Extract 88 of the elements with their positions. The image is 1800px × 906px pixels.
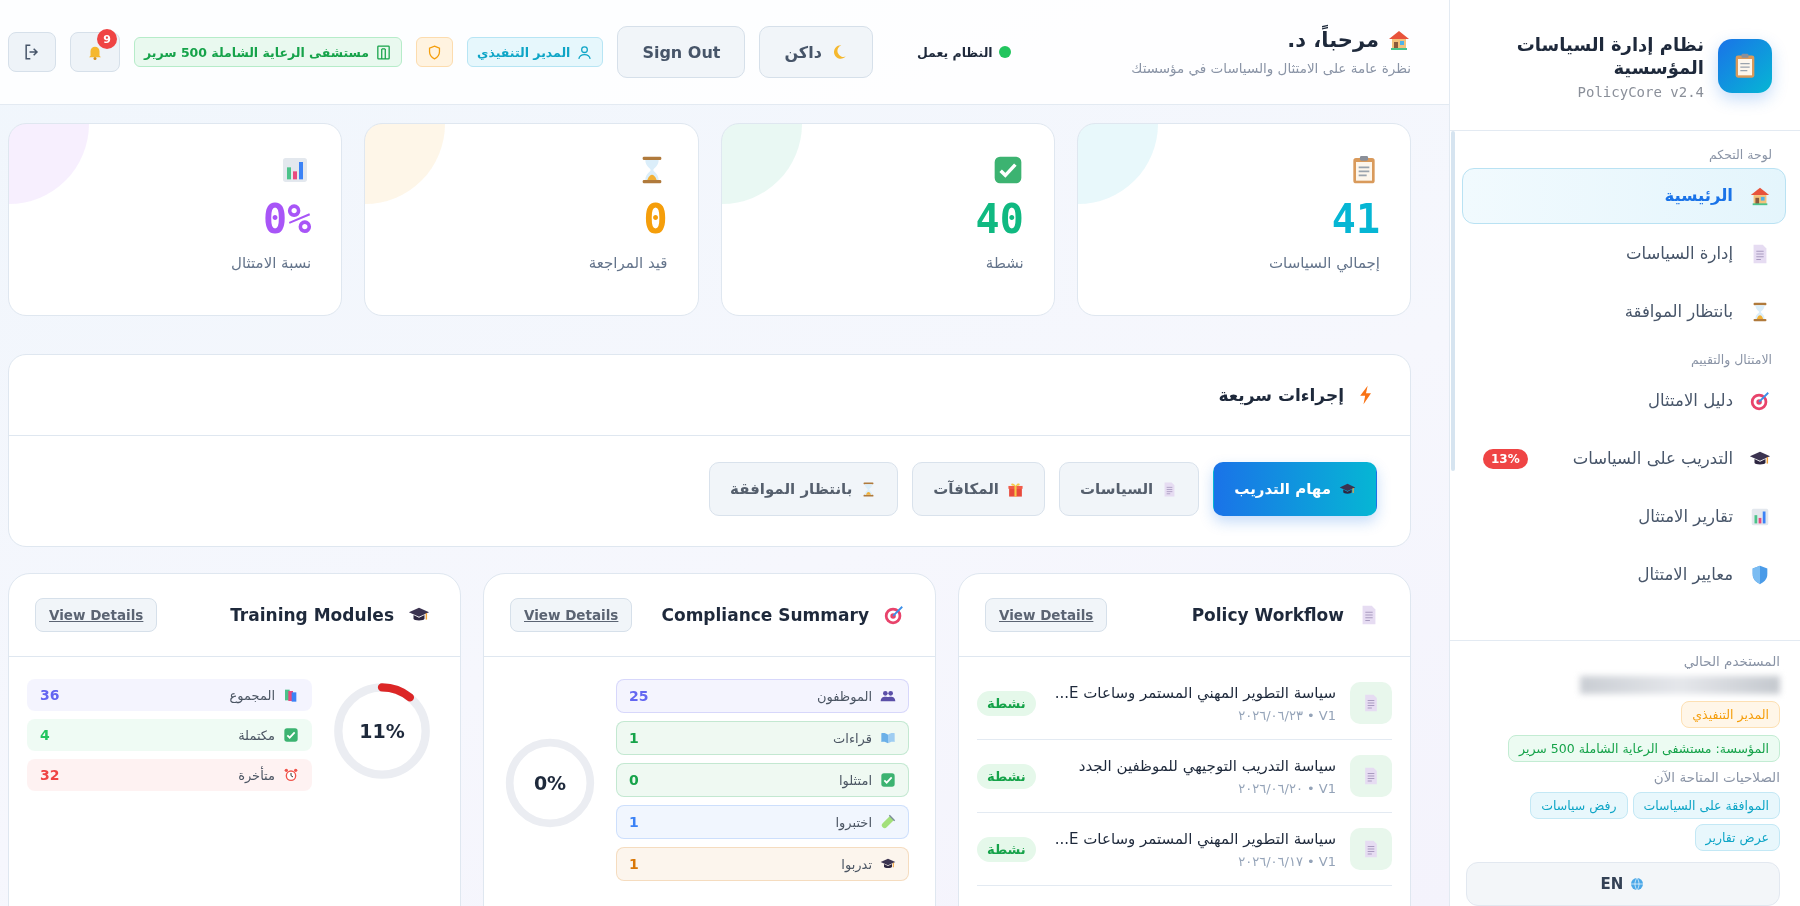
row-label: امتثلوا	[838, 772, 872, 788]
organization-badge: المؤسسة: مستشفى الرعاية الشاملة 500 سرير	[1508, 735, 1780, 762]
stat-value: 41	[1331, 196, 1380, 242]
app-title: نظام إدارة السياسات المؤسسية	[1515, 33, 1704, 80]
quick-action-button[interactable]: مهام التدريب	[1213, 462, 1377, 516]
quick-action-button[interactable]: المكافآت	[912, 462, 1045, 516]
nav-item[interactable]: دليل الامتثال	[1462, 372, 1786, 429]
nav-item[interactable]: تقارير الامتثال	[1462, 488, 1786, 545]
policy-title[interactable]: سياسة التطوير المهني المستمر وساعات E...	[1049, 683, 1336, 702]
alarm-clock-icon	[283, 767, 299, 783]
policy-title[interactable]: سياسة التطوير المهني المستمر وساعات E...	[1049, 829, 1336, 848]
permission-tag: رفض سياسات	[1530, 792, 1628, 819]
permission-tag: عرض تقارير	[1694, 824, 1780, 851]
book-icon	[880, 730, 896, 746]
stat-value: 0%	[263, 196, 312, 242]
section-heading: لوحة التحكم	[1708, 146, 1772, 162]
stat-value: 0	[643, 196, 668, 242]
policy-title[interactable]: سياسة التدريب التوجيهي للموظفين الجدد	[1049, 756, 1336, 775]
status-text: النظام يعمل	[916, 44, 993, 60]
row-value: 32	[40, 767, 60, 783]
notifications-button[interactable]: 9	[70, 32, 120, 72]
people-icon	[880, 688, 896, 704]
role-badge: المدير التنفيذي	[1681, 701, 1780, 728]
stat-label: نسبة الامتثال	[231, 254, 312, 272]
row-value: 0	[629, 772, 639, 788]
stat-label: نشطة	[985, 254, 1024, 272]
section-heading: الصلاحيات المتاحة الآن	[1653, 769, 1780, 785]
test-tube-icon	[880, 814, 896, 830]
row-label: المجموع	[229, 687, 275, 703]
page-subtitle: نظرة عامة على الامتثال والسياسات في مؤسستك	[1131, 60, 1411, 76]
nav-item[interactable]: الرئيسية	[1462, 167, 1786, 224]
panel-title: Policy Workflow	[1191, 605, 1344, 625]
percent-badge: 13%	[1483, 448, 1528, 469]
quick-action-button[interactable]: السياسات	[1059, 462, 1200, 516]
row-label: قراءات	[833, 730, 872, 746]
row-label: تدربوا	[841, 856, 872, 872]
section-heading: الامتثال والتقييم	[1690, 351, 1772, 367]
row-value: 1	[629, 856, 639, 872]
language-button[interactable]: EN	[1466, 862, 1780, 906]
row-value: 36	[40, 687, 60, 703]
target-icon	[1749, 389, 1771, 412]
permission-tag: الموافقة على السياسات	[1632, 792, 1780, 819]
view-details-link[interactable]: View Details	[510, 598, 633, 632]
organization-badge: مستشفى الرعاية الشاملة 500 سرير	[134, 37, 403, 67]
stat-value: 40	[975, 196, 1024, 242]
building-icon	[375, 43, 393, 61]
panel-title: Compliance Summary	[661, 605, 869, 625]
row-value: 1	[629, 814, 639, 830]
app-version: PolicyCore v2.4	[1576, 83, 1704, 100]
row-label: اختبروا	[835, 814, 872, 830]
status-badge: نشطة	[977, 763, 1036, 789]
nav-item[interactable]: بانتظار الموافقة	[1462, 283, 1786, 340]
view-details-link[interactable]: View Details	[35, 598, 158, 632]
house-icon	[1387, 28, 1411, 52]
policy-meta: V1 • ٢٠٢٦/٠٦/٢٠	[1237, 780, 1336, 796]
policy-meta: V1 • ٢٠٢٦/٠٦/١٧	[1237, 853, 1336, 869]
status-badge: نشطة	[977, 690, 1036, 716]
target-icon	[883, 604, 905, 626]
row-value: 1	[629, 730, 639, 746]
globe-icon	[1629, 876, 1646, 892]
nav-item[interactable]: معايير الامتثال	[1462, 546, 1786, 603]
notification-count: 9	[97, 29, 117, 49]
role-badge: المدير التنفيذي	[467, 37, 604, 67]
checkmark-icon	[283, 727, 299, 743]
policy-meta: V1 • ٢٠٢٦/٠٦/٢٣	[1237, 707, 1336, 723]
checkmark-icon	[880, 772, 896, 788]
row-label: متأخرة	[238, 767, 275, 783]
row-label: مكتملة	[238, 727, 275, 743]
sign-out-button[interactable]: Sign Out	[617, 26, 746, 78]
status-dot	[998, 46, 1011, 58]
user-icon	[576, 43, 594, 61]
percent-value: 0%	[533, 772, 567, 794]
logout-button[interactable]	[8, 32, 56, 72]
row-label: الموظفون	[817, 688, 872, 704]
stat-label: قيد المراجعة	[588, 254, 668, 272]
status-badge: نشطة	[977, 836, 1036, 862]
nav-item[interactable]: إدارة السياسات	[1462, 225, 1786, 282]
stat-label: إجمالي السياسات	[1269, 254, 1380, 272]
section-heading: المستخدم الحالي	[1683, 653, 1780, 669]
theme-button[interactable]: داكن	[759, 26, 873, 78]
books-icon	[283, 687, 299, 703]
panel-title: Training Modules	[230, 605, 394, 625]
row-value: 4	[40, 727, 50, 743]
row-value: 25	[629, 688, 649, 704]
quick-action-button[interactable]: بانتظار الموافقة	[709, 462, 899, 516]
percent-value: 11%	[359, 720, 405, 742]
view-details-link[interactable]: View Details	[985, 598, 1108, 632]
section-title: إجراءات سريعة	[1218, 385, 1344, 405]
